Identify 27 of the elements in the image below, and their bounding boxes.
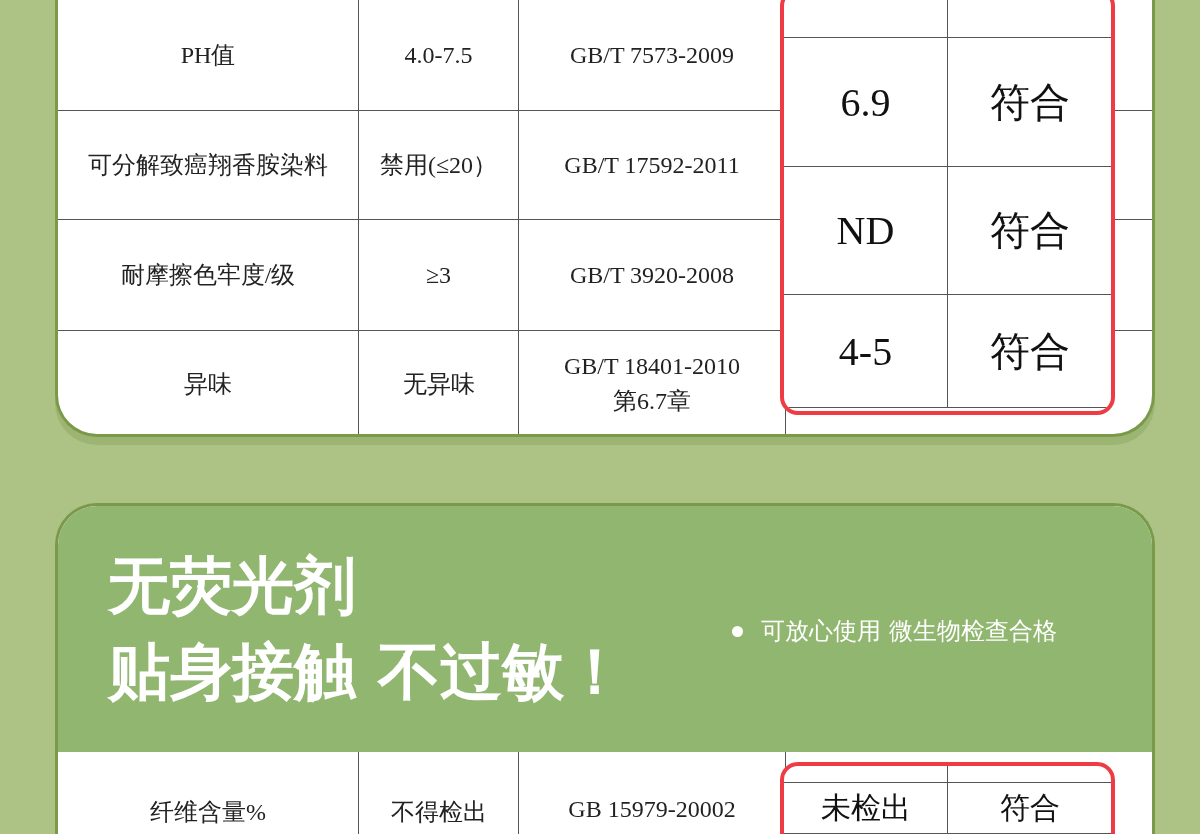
result-verdict: 符合 — [989, 327, 1070, 376]
table-cell: ≥3 — [425, 261, 452, 289]
table-cell-text: GB/T 17592-2011 — [564, 150, 740, 180]
table-cell-text: 不得检出 — [390, 798, 487, 827]
table-cell-text: 禁用(≤20） — [379, 151, 498, 180]
table-cell-text: 异味 — [184, 369, 232, 399]
table-cell: GB 15979-20002 — [568, 796, 736, 823]
table-cell-text: GB/T 3920-2008 — [569, 260, 735, 290]
table-cell-text: 耐摩擦色牢度/级 — [120, 261, 296, 290]
bullet-text: 可放心使用 微生物检查合格 — [761, 616, 1057, 647]
table-cell: 4.0-7.5 — [404, 41, 473, 69]
table-cell-text: 可分解致癌翔香胺染料 — [88, 151, 328, 180]
result-verdict: 符合 — [989, 207, 1070, 255]
table-cell-text: 无异味 — [402, 369, 475, 399]
result-value: 4-5 — [838, 327, 893, 375]
result-verdict: 符合 — [989, 78, 1070, 127]
table-cell-text: PH值 — [180, 41, 236, 70]
result-value: 6.9 — [840, 78, 891, 126]
section-title: 贴身接触 不过敏！ — [108, 634, 626, 710]
section-title: 无荧光剂 — [108, 548, 357, 624]
bullet-icon — [732, 625, 744, 637]
result-verdict: 符合 — [999, 791, 1060, 825]
table-cell-text: GB/T 18401-2010 第6.7章 — [563, 351, 741, 416]
table-cell-text: GB/T 7573-2009 — [569, 40, 735, 70]
result-value: 未检出 — [820, 791, 911, 825]
result-value: ND — [836, 207, 895, 254]
table-cell-text: 纤维含量% — [150, 798, 266, 827]
